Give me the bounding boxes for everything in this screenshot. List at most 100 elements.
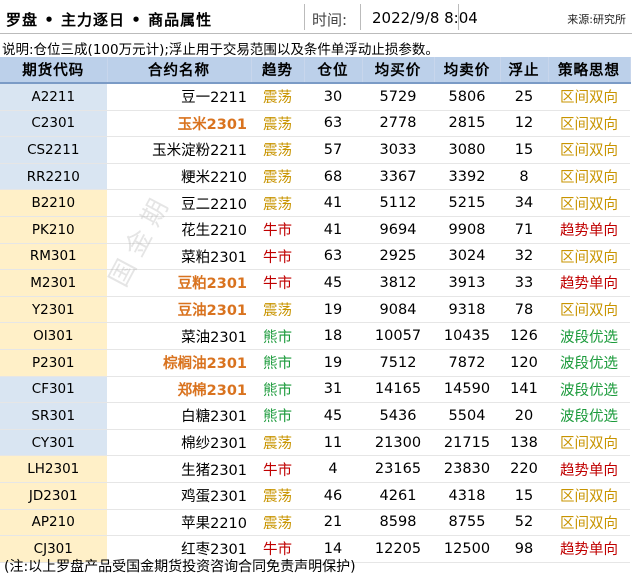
- trend-cell: 震荡: [251, 189, 304, 217]
- column-header-buy: 均买价: [362, 57, 435, 84]
- trend-cell: 牛市: [251, 455, 304, 483]
- name-cell: 豆油2301: [107, 296, 251, 324]
- name-cell: 棉纱2301: [107, 429, 251, 457]
- name-cell: 菜油2301: [107, 322, 251, 350]
- buy-price-cell: 3367: [362, 163, 434, 191]
- position-cell: 21: [304, 509, 362, 537]
- table-row: OI301 菜油2301 熊市 18 10057 10435 126 波段优选: [0, 322, 630, 350]
- trend-cell: 震荡: [251, 83, 304, 111]
- table-row: B2210 豆二2210 震荡 41 5112 5215 34 区间双向: [0, 189, 630, 217]
- stop-cell: 33: [500, 269, 548, 297]
- column-header-trend: 趋势: [251, 57, 305, 84]
- sell-price-cell: 8755: [434, 509, 500, 537]
- footer-disclaimer: (注:以上罗盘产品受国金期货投资咨询合同免责声明保护): [4, 559, 356, 575]
- stop-cell: 8: [500, 163, 548, 191]
- sell-price-cell: 3024: [434, 243, 500, 271]
- name-cell: 棕榈油2301: [107, 349, 251, 377]
- position-cell: 4: [304, 455, 362, 483]
- trend-cell: 熊市: [251, 349, 304, 377]
- position-cell: 41: [304, 216, 362, 244]
- name-cell: 玉米淀粉2211: [107, 136, 251, 164]
- buy-price-cell: 3812: [362, 269, 434, 297]
- stop-cell: 98: [500, 535, 548, 563]
- buy-price-cell: 4261: [362, 482, 434, 510]
- table-row: C2301 玉米2301 震荡 63 2778 2815 12 区间双向: [0, 110, 630, 138]
- trend-cell: 震荡: [251, 429, 304, 457]
- table-row: JD2301 鸡蛋2301 震荡 46 4261 4318 15 区间双向: [0, 482, 630, 510]
- name-cell: 豆一2211: [107, 83, 251, 111]
- trend-cell: 熊市: [251, 322, 304, 350]
- strategy-cell: 波段优选: [548, 322, 630, 350]
- column-header-code: 期货代码: [0, 57, 108, 84]
- name-cell: 菜粕2301: [107, 243, 251, 271]
- column-header-stop: 浮止: [500, 57, 549, 84]
- column-header-position: 仓位: [304, 57, 363, 84]
- position-cell: 57: [304, 136, 362, 164]
- trend-cell: 震荡: [251, 509, 304, 537]
- table-row: CS2211 玉米淀粉2211 震荡 57 3033 3080 15 区间双向: [0, 136, 630, 164]
- title-separator: [304, 4, 305, 30]
- sell-price-cell: 14590: [434, 376, 500, 404]
- strategy-cell: 区间双向: [548, 243, 630, 271]
- buy-price-cell: 23165: [362, 455, 434, 483]
- position-cell: 63: [304, 243, 362, 271]
- note-text: 说明:仓位三成(100万元计);浮止用于交易范围以及条件单浮动止损参数。: [2, 42, 439, 56]
- title-bar: 罗盘 • 主力逐日 • 商品属性 时间: 2022/9/8 8:04 来源:研究…: [0, 0, 632, 34]
- sell-price-cell: 23830: [434, 455, 500, 483]
- code-cell: CY301: [0, 429, 108, 457]
- code-cell: CF301: [0, 376, 108, 404]
- code-cell: CS2211: [0, 136, 108, 164]
- table-row: Y2301 豆油2301 震荡 19 9084 9318 78 区间双向: [0, 296, 630, 324]
- sell-price-cell: 9908: [434, 216, 500, 244]
- strategy-cell: 区间双向: [548, 509, 630, 537]
- buy-price-cell: 9694: [362, 216, 434, 244]
- stop-cell: 52: [500, 509, 548, 537]
- stop-cell: 138: [500, 429, 548, 457]
- buy-price-cell: 5729: [362, 83, 434, 111]
- position-cell: 30: [304, 83, 362, 111]
- trend-cell: 震荡: [251, 110, 304, 138]
- sell-price-cell: 5215: [434, 189, 500, 217]
- name-cell: 鸡蛋2301: [107, 482, 251, 510]
- name-cell: 生猪2301: [107, 455, 251, 483]
- table-row: RR2210 粳米2210 震荡 68 3367 3392 8 区间双向: [0, 163, 630, 191]
- code-cell: OI301: [0, 322, 108, 350]
- trend-cell: 震荡: [251, 163, 304, 191]
- strategy-cell: 区间双向: [548, 136, 630, 164]
- column-header-sell: 均卖价: [434, 57, 501, 84]
- position-cell: 68: [304, 163, 362, 191]
- time-separator: [360, 4, 361, 30]
- page-title: 罗盘 • 主力逐日 • 商品属性: [6, 11, 213, 29]
- code-cell: C2301: [0, 110, 108, 138]
- buy-price-cell: 21300: [362, 429, 434, 457]
- strategy-cell: 区间双向: [548, 83, 630, 111]
- sell-price-cell: 3080: [434, 136, 500, 164]
- position-cell: 18: [304, 322, 362, 350]
- buy-price-cell: 2925: [362, 243, 434, 271]
- sell-price-cell: 9318: [434, 296, 500, 324]
- commodity-table: 期货代码 合约名称 趋势 仓位 均买价 均卖价 浮止 策略思想 A2211 豆一2…: [0, 57, 631, 563]
- buy-price-cell: 7512: [362, 349, 434, 377]
- position-cell: 46: [304, 482, 362, 510]
- trend-cell: 震荡: [251, 482, 304, 510]
- trend-cell: 牛市: [251, 243, 304, 271]
- code-cell: P2301: [0, 349, 108, 377]
- time-value: 2022/9/8 8:04: [372, 9, 478, 27]
- sell-price-cell: 10435: [434, 322, 500, 350]
- code-cell: JD2301: [0, 482, 108, 510]
- strategy-cell: 趋势单向: [548, 535, 630, 563]
- stop-cell: 34: [500, 189, 548, 217]
- name-cell: 豆粕2301: [107, 269, 251, 297]
- name-cell: 苹果2210: [107, 509, 251, 537]
- trend-cell: 震荡: [251, 296, 304, 324]
- stop-cell: 141: [500, 376, 548, 404]
- position-cell: 45: [304, 402, 362, 430]
- stop-cell: 15: [500, 136, 548, 164]
- strategy-cell: 区间双向: [548, 482, 630, 510]
- table-row: RM301 菜粕2301 牛市 63 2925 3024 32 区间双向: [0, 243, 630, 271]
- position-cell: 19: [304, 349, 362, 377]
- name-cell: 粳米2210: [107, 163, 251, 191]
- name-cell: 豆二2210: [107, 189, 251, 217]
- table-row: A2211 豆一2211 震荡 30 5729 5806 25 区间双向: [0, 83, 630, 111]
- trend-cell: 牛市: [251, 216, 304, 244]
